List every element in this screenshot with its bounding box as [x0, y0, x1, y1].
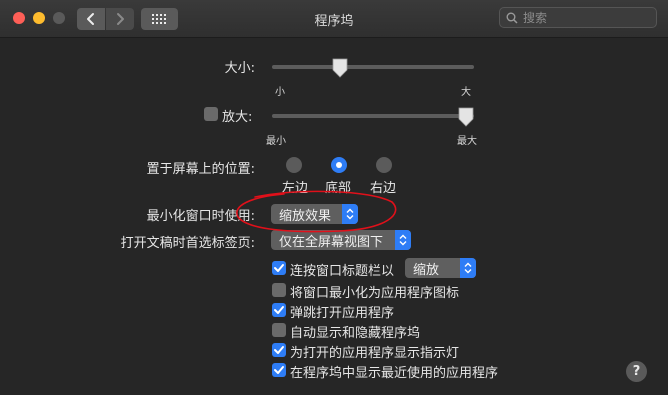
magnification-slider-thumb[interactable]	[457, 107, 475, 127]
prefer-tabs-value: 仅在全屏幕视图下	[279, 234, 384, 250]
position-left-radio[interactable]	[286, 157, 302, 173]
animate-opening-label: 弹跳打开应用程序	[290, 306, 395, 321]
show-recent-apps-label: 在程序坞中显示最近使用的应用程序	[290, 366, 499, 381]
magnifier-icon	[506, 12, 518, 24]
help-button[interactable]: ?	[626, 361, 647, 382]
position-label: 置于屏幕上的位置:	[146, 162, 255, 177]
position-left-label: 左边	[282, 181, 309, 196]
size-slider-thumb[interactable]	[331, 58, 349, 78]
help-icon: ?	[632, 364, 641, 379]
checkmark-icon	[274, 306, 284, 314]
magnification-slider-track[interactable]	[272, 114, 474, 118]
position-bottom-label: 底部	[325, 181, 352, 196]
checkmark-icon	[274, 366, 284, 374]
double-click-popup[interactable]: 缩放	[405, 258, 476, 278]
search-placeholder: 搜索	[523, 11, 548, 25]
size-max-label: 大	[461, 87, 471, 98]
minimize-effect-label: 最小化窗口时使用:	[146, 209, 255, 224]
minimize-effect-popup[interactable]: 缩放效果	[271, 204, 358, 224]
minimize-into-app-checkbox[interactable]	[272, 283, 286, 297]
prefer-tabs-label: 打开文稿时首选标签页:	[120, 236, 255, 251]
up-down-arrows-icon	[460, 258, 476, 278]
up-down-arrows-icon	[395, 230, 411, 250]
double-click-value: 缩放	[413, 262, 440, 278]
magnification-min-label: 最小	[266, 136, 286, 147]
up-down-arrows-icon	[342, 204, 358, 224]
title-bar: 程序坞 搜索	[0, 0, 668, 38]
magnification-label: 放大:	[222, 110, 253, 125]
magnification-max-label: 最大	[457, 136, 477, 147]
autohide-dock-checkbox[interactable]	[272, 323, 286, 337]
minimize-effect-value: 缩放效果	[279, 208, 332, 224]
prefer-tabs-popup[interactable]: 仅在全屏幕视图下	[271, 230, 411, 250]
position-right-radio[interactable]	[376, 157, 392, 173]
autohide-dock-label: 自动显示和隐藏程序坞	[290, 326, 421, 341]
show-indicators-checkbox[interactable]	[272, 343, 286, 357]
position-right-label: 右边	[370, 181, 397, 196]
size-min-label: 小	[275, 87, 285, 98]
checkmark-icon	[274, 346, 284, 354]
animate-opening-checkbox[interactable]	[272, 303, 286, 317]
show-indicators-label: 为打开的应用程序显示指示灯	[290, 346, 460, 361]
size-label: 大小:	[224, 61, 255, 76]
double-click-checkbox[interactable]	[272, 261, 286, 275]
minimize-into-app-label: 将窗口最小化为应用程序图标	[290, 286, 460, 301]
position-bottom-radio[interactable]	[331, 157, 347, 173]
show-recent-apps-checkbox[interactable]	[272, 363, 286, 377]
size-slider-track[interactable]	[272, 65, 474, 69]
checkmark-icon	[274, 264, 284, 272]
magnification-checkbox[interactable]	[204, 107, 218, 121]
search-field[interactable]: 搜索	[499, 7, 657, 28]
double-click-label: 连按窗口标题栏以	[290, 264, 395, 279]
